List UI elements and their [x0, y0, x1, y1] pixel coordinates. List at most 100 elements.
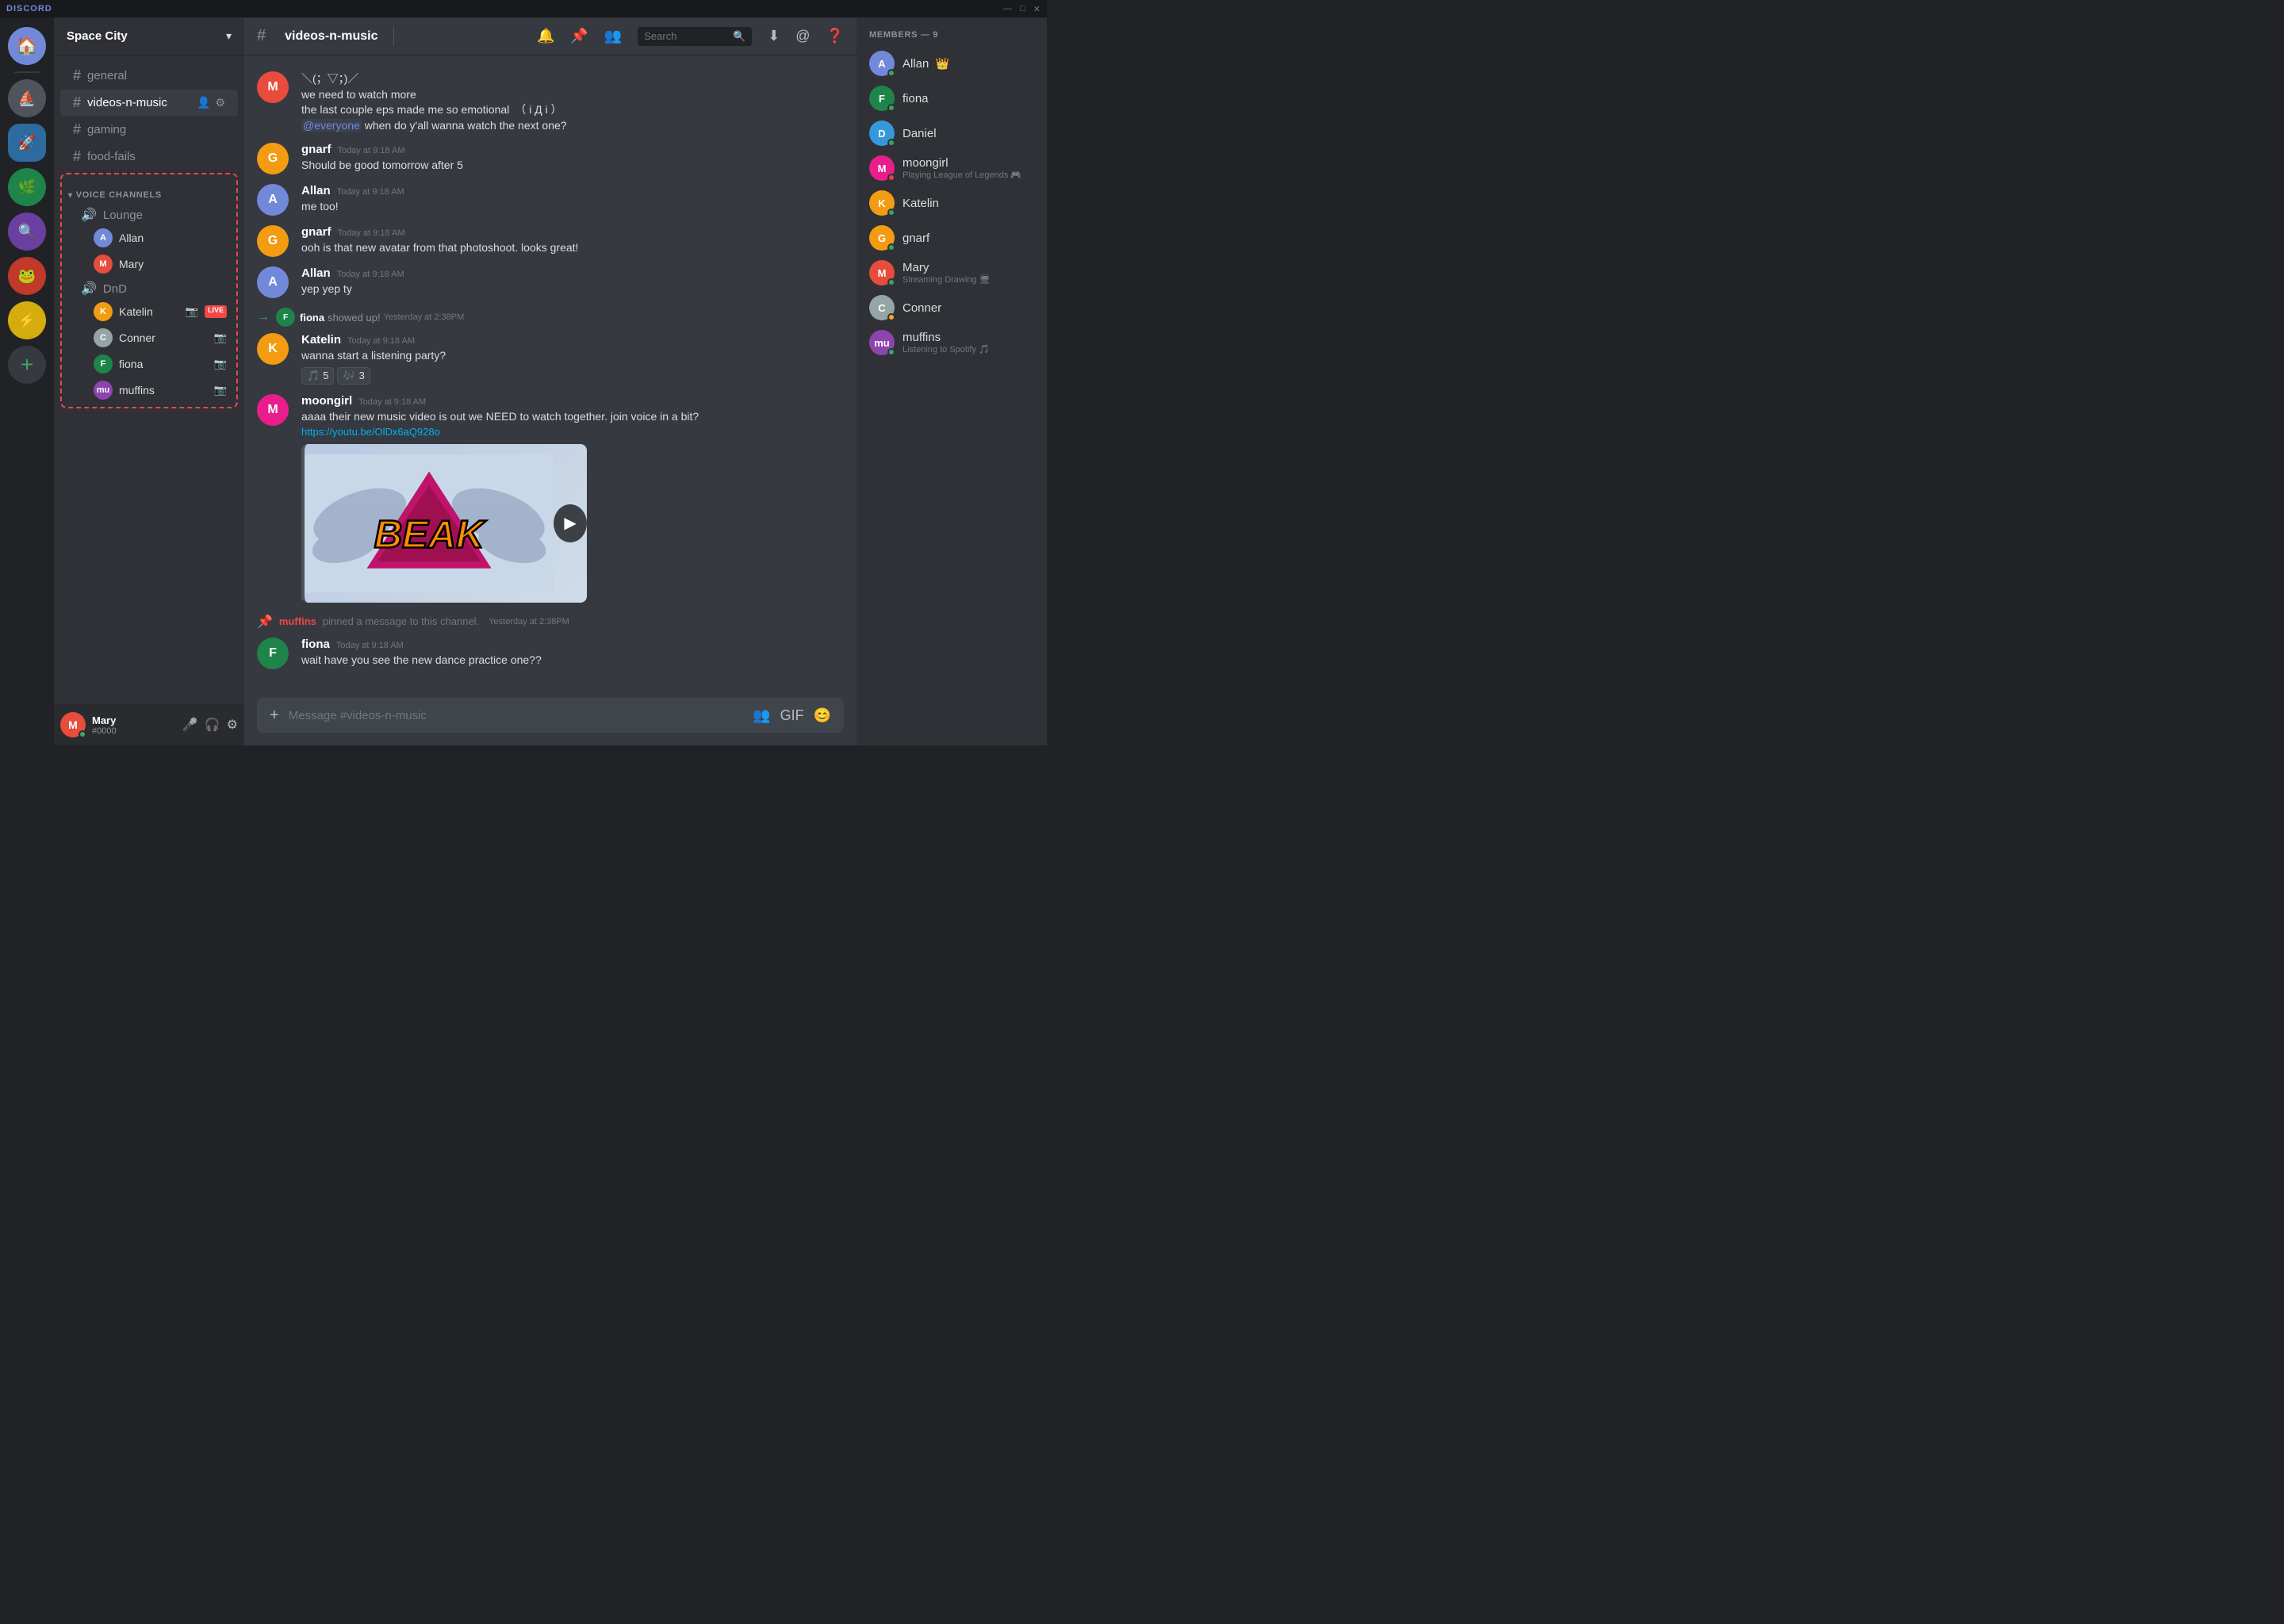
msg-text-allan-1: me too! — [301, 199, 844, 215]
people-icon[interactable]: 👥 — [753, 707, 770, 724]
channel-item-general[interactable]: # general — [60, 63, 238, 89]
member-avatar-conner: C — [869, 295, 895, 320]
member-avatar-mary: M — [869, 260, 895, 285]
member-name-moongirl: moongirl — [902, 156, 1034, 170]
member-item-conner[interactable]: C Conner — [863, 290, 1040, 325]
member-name-conner: Conner — [902, 301, 1034, 315]
channel-item-gaming[interactable]: # gaming — [60, 117, 238, 143]
bell-icon[interactable]: 🔔 — [537, 28, 554, 44]
header-search[interactable]: 🔍 — [638, 27, 752, 46]
download-icon[interactable]: ⬇ — [768, 28, 780, 44]
msg-username-moongirl[interactable]: moongirl — [301, 394, 352, 408]
maximize-button[interactable]: □ — [1020, 4, 1025, 14]
camera-icon-conner[interactable]: 📷 — [214, 331, 227, 344]
search-input[interactable] — [644, 30, 728, 42]
member-item-gnarf[interactable]: G gnarf — [863, 220, 1040, 255]
camera-icon-muffins[interactable]: 📷 — [214, 384, 227, 396]
msg-header-allan-2: Allan Today at 9:18 AM — [301, 266, 844, 280]
msg-username-fiona[interactable]: fiona — [301, 638, 330, 651]
add-member-icon[interactable]: 👤 — [197, 96, 210, 109]
input-plus-icon[interactable]: + — [270, 707, 279, 725]
channel-item-videos-n-music[interactable]: # videos-n-music 👤 ⚙ — [60, 90, 238, 116]
member-item-moongirl[interactable]: M moongirl Playing League of Legends 🎮 — [863, 151, 1040, 186]
reaction-music-note[interactable]: 🎵 5 — [301, 367, 334, 385]
pin-icon[interactable]: 📌 — [570, 28, 588, 44]
server-icon-2[interactable]: 🚀 — [8, 124, 46, 162]
msg-username-gnarf-2[interactable]: gnarf — [301, 225, 331, 239]
member-item-muffins[interactable]: mu muffins Listening to Spotify 🎵 — [863, 325, 1040, 360]
members-icon[interactable]: 👥 — [604, 28, 622, 44]
voice-user-name-mary: Mary — [119, 258, 144, 270]
home-server-icon[interactable]: 🏠 — [8, 27, 46, 65]
msg-timestamp-moongirl: Today at 9:18 AM — [358, 397, 426, 407]
member-status-conner — [887, 313, 895, 321]
voice-user-conner[interactable]: C Conner 📷 — [65, 325, 233, 350]
voice-channels-header[interactable]: ▾ VOICE CHANNELS — [62, 178, 236, 203]
youtube-link[interactable]: https://youtu.be/OlDx6aQ928o — [301, 426, 440, 438]
member-item-allan[interactable]: A Allan 👑 — [863, 46, 1040, 81]
play-button[interactable]: ▶ — [554, 504, 587, 542]
member-item-fiona[interactable]: F fiona — [863, 81, 1040, 116]
server-item-4: 🔍 — [8, 213, 46, 251]
voice-user-muffins[interactable]: mu muffins 📷 — [65, 377, 233, 403]
search-icon: 🔍 — [733, 30, 745, 43]
window-controls: — □ ✕ — [1003, 4, 1040, 14]
joined-name-fiona[interactable]: fiona — [300, 312, 324, 324]
member-info-daniel: Daniel — [902, 127, 1034, 140]
joined-line-fiona: → F fiona showed up! Yesterday at 2:38PM — [244, 304, 856, 330]
member-info-moongirl: moongirl Playing League of Legends 🎮 — [902, 156, 1034, 180]
app-body: 🏠 ⛵ 🚀 🌿 🔍 🐸 ⚡ + Space City ▾ — [0, 17, 1047, 745]
msg-timestamp-gnarf-2: Today at 9:18 AM — [338, 228, 405, 238]
settings-icon[interactable]: ⚙ — [227, 717, 238, 733]
voice-user-katelin[interactable]: K Katelin 📷 LIVE — [65, 299, 233, 324]
server-icon-6[interactable]: ⚡ — [8, 301, 46, 339]
msg-username-allan-1[interactable]: Allan — [301, 184, 331, 197]
channel-item-food-fails[interactable]: # food-fails — [60, 144, 238, 170]
camera-icon-fiona[interactable]: 📷 — [214, 358, 227, 370]
msg-content-fiona: fiona Today at 9:18 AM wait have you see… — [301, 638, 844, 669]
channel-name-food-fails: food-fails — [87, 150, 136, 163]
video-embed: BEAK ▶ — [301, 444, 587, 603]
msg-content-gnarf-1: gnarf Today at 9:18 AM Should be good to… — [301, 143, 844, 174]
member-item-katelin[interactable]: K Katelin — [863, 186, 1040, 220]
channel-header: # videos-n-music 🔔 📌 👥 🔍 ⬇ @ ❓ — [244, 17, 856, 56]
server-icon-5[interactable]: 🐸 — [8, 257, 46, 295]
message-input[interactable] — [289, 709, 753, 722]
member-item-daniel[interactable]: D Daniel — [863, 116, 1040, 151]
mic-icon[interactable]: 🎤 — [182, 717, 198, 733]
msg-username-allan-2[interactable]: Allan — [301, 266, 331, 280]
msg-username-katelin[interactable]: Katelin — [301, 333, 341, 347]
server-icon-3[interactable]: 🌿 — [8, 168, 46, 206]
at-icon[interactable]: @ — [795, 28, 810, 44]
everyone-mention[interactable]: @everyone — [301, 119, 362, 132]
server-icon-1[interactable]: ⛵ — [8, 79, 46, 117]
discord-logo: DISCORD — [6, 4, 52, 13]
member-status-gnarf — [887, 243, 895, 251]
camera-icon[interactable]: 📷 — [186, 305, 198, 318]
voice-channel-lounge[interactable]: 🔊 Lounge — [68, 204, 230, 224]
msg-username-gnarf-1[interactable]: gnarf — [301, 143, 331, 156]
voice-channel-dnd[interactable]: 🔊 DnD — [68, 278, 230, 298]
member-item-mary[interactable]: M Mary Streaming Drawing 🖥 — [863, 255, 1040, 290]
msg-avatar-allan-2: A — [257, 266, 289, 298]
settings-icon[interactable]: ⚙ — [215, 96, 225, 109]
headphone-icon[interactable]: 🎧 — [205, 717, 220, 733]
close-button[interactable]: ✕ — [1033, 4, 1040, 14]
video-thumbnail: BEAK ▶ — [305, 444, 587, 603]
messages-area[interactable]: M ＼(；▽；)／ we need to watch more the last… — [244, 56, 856, 698]
server-icon-4[interactable]: 🔍 — [8, 213, 46, 251]
minimize-button[interactable]: — — [1003, 4, 1012, 14]
msg-content-mary-top: ＼(；▽；)／ we need to watch more the last c… — [301, 71, 844, 133]
reaction-music-notes[interactable]: 🎶 3 — [337, 367, 370, 385]
help-icon[interactable]: ❓ — [826, 28, 844, 44]
emoji-icon[interactable]: 😊 — [814, 707, 831, 724]
server-name-bar[interactable]: Space City ▾ — [54, 17, 244, 56]
msg-header-allan-1: Allan Today at 9:18 AM — [301, 184, 844, 197]
voice-user-fiona[interactable]: F fiona 📷 — [65, 351, 233, 377]
add-server-icon[interactable]: + — [8, 346, 46, 384]
voice-user-mary[interactable]: M Mary — [65, 251, 233, 277]
voice-user-avatar-fiona: F — [94, 354, 113, 373]
gif-icon[interactable]: GIF — [780, 707, 804, 724]
system-user-muffins[interactable]: muffins — [279, 615, 316, 627]
voice-user-allan[interactable]: A Allan — [65, 225, 233, 251]
